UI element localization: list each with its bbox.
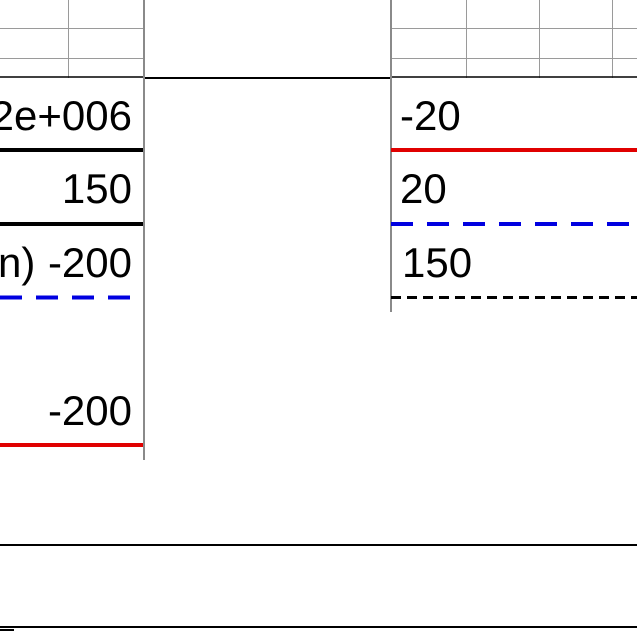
- left-cell-label-3: n): [0, 239, 36, 286]
- left-row-rule-1: [0, 148, 143, 152]
- column-separator-right: [390, 0, 392, 312]
- left-cell-value-4: -200: [47, 387, 132, 434]
- header-grid-right: [391, 0, 637, 78]
- bottom-rule-2: [0, 626, 637, 628]
- right-row-rule-1: [391, 148, 637, 152]
- left-cell-value-1: 2e+006: [0, 92, 132, 139]
- left-cell-value-2: 150: [61, 165, 132, 212]
- left-row-rule-2: [0, 222, 143, 226]
- right-cell-value-1: -20: [400, 92, 461, 139]
- right-cell-value-2: 20: [400, 165, 447, 212]
- header-grid-left: [0, 0, 143, 78]
- left-row-rule-4: [0, 443, 143, 447]
- header-divider: [143, 77, 391, 79]
- right-row-rule-3-dashed: [391, 296, 637, 299]
- left-cell-value-3: -200: [47, 239, 132, 286]
- column-separator-left: [143, 0, 145, 460]
- right-cell-value-3: 150: [402, 239, 473, 286]
- right-row-rule-2-dashed: [391, 222, 637, 226]
- bottom-rule-1: [0, 544, 637, 546]
- bottom-tick-mark: [0, 629, 14, 631]
- left-row-rule-3-dashed: [0, 295, 143, 300]
